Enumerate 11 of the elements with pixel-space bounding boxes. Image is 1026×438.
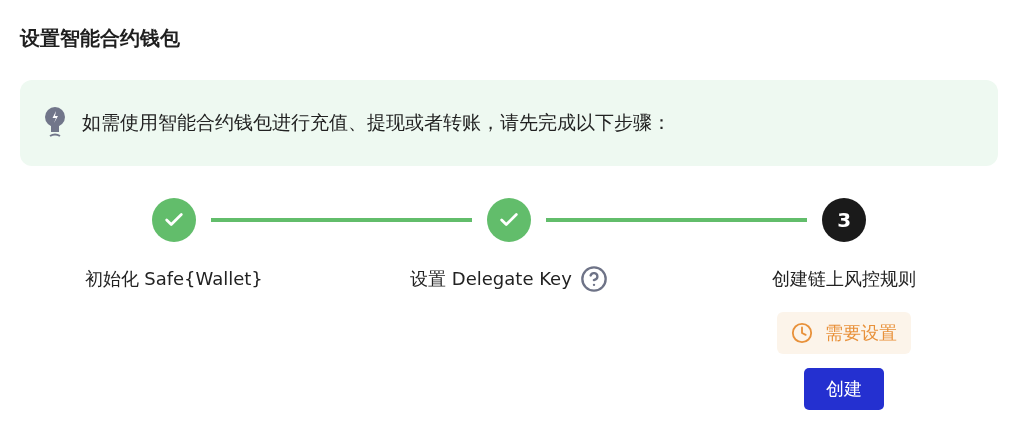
step-label: 创建链上风控规则 <box>772 267 917 291</box>
help-icon[interactable] <box>579 265 608 293</box>
page-title: 设置智能合约钱包 <box>20 25 181 52</box>
step-number: 3 <box>822 198 867 242</box>
lightbulb-icon <box>44 106 66 140</box>
step-label: 初始化 Safe{Wallet} <box>84 267 263 291</box>
step-label: 设置 Delegate Key <box>410 267 572 291</box>
notice-text: 如需使用智能合约钱包进行充值、提现或者转账，请先完成以下步骤： <box>82 110 671 135</box>
status-text: 需要设置 <box>825 321 898 345</box>
create-button[interactable]: 创建 <box>804 368 885 410</box>
clock-icon <box>791 322 814 344</box>
